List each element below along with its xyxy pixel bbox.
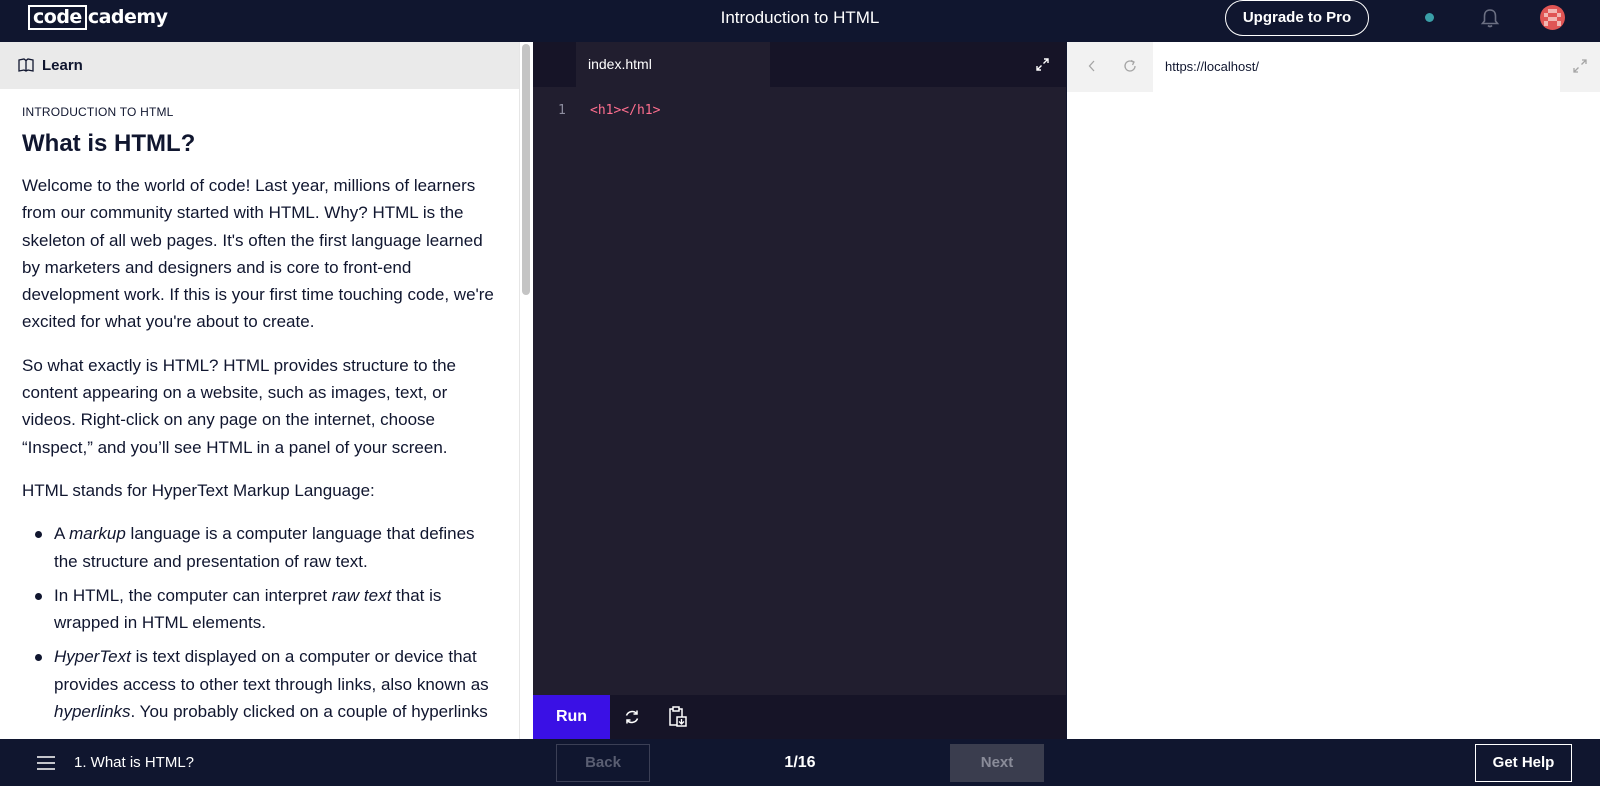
lesson-eyebrow: INTRODUCTION TO HTML (22, 105, 174, 119)
lesson-paragraph: HTML stands for HyperText Markup Languag… (22, 480, 375, 500)
current-lesson-label[interactable]: 1. What is HTML? (74, 739, 194, 786)
browser-back-icon[interactable] (1087, 59, 1097, 73)
browser-reload-icon[interactable] (1122, 58, 1138, 74)
list-item: In HTML, the computer can interpret raw … (22, 582, 502, 637)
list-item: HyperText is text displayed on a compute… (22, 643, 502, 725)
browser-preview: https://localhost/ (1067, 42, 1600, 739)
bullet-emphasis: markup (69, 524, 126, 544)
lesson-content: INTRODUCTION TO HTML What is HTML? Welco… (22, 104, 502, 732)
bullet-emphasis: raw text (331, 585, 392, 605)
browser-url[interactable]: https://localhost/ (1165, 42, 1259, 92)
run-button[interactable]: Run (533, 695, 610, 739)
lesson-heading: What is HTML? (22, 130, 196, 157)
learn-tab-label: Learn (42, 57, 83, 74)
book-icon (18, 58, 34, 72)
bullet-text: In HTML, the computer can interpret (54, 585, 332, 605)
browser-nav-controls (1067, 42, 1153, 92)
top-navbar: code cademy Introduction to HTML Upgrade … (0, 0, 1600, 42)
codecademy-logo[interactable]: code cademy (28, 4, 168, 30)
lesson-progress: 1/16 (784, 754, 816, 771)
back-button[interactable]: Back (556, 744, 650, 782)
bullet-emphasis: HyperText (54, 647, 131, 667)
next-button[interactable]: Next (950, 744, 1044, 782)
line-number: 1 (558, 103, 566, 118)
bullet-emphasis: hyperlinks (54, 702, 131, 722)
expand-icon[interactable] (1036, 58, 1049, 71)
upgrade-to-pro-button[interactable]: Upgrade to Pro (1225, 0, 1369, 36)
code-line[interactable]: <h1></h1> (590, 103, 660, 118)
learn-tab[interactable]: Learn (0, 42, 519, 89)
editor-footer: Run (533, 695, 1066, 739)
bullet-text: . You probably clicked on a couple of hy… (130, 702, 488, 722)
logo-boxed-text: code (28, 4, 87, 30)
copy-to-clipboard-icon[interactable] (668, 706, 688, 728)
menu-icon[interactable] (37, 756, 55, 770)
learn-panel: Learn INTRODUCTION TO HTML What is HTML?… (0, 42, 533, 739)
avatar-pattern-icon (1544, 9, 1561, 26)
list-item: A markup language is a computer language… (22, 520, 502, 575)
reset-code-icon[interactable] (623, 708, 641, 726)
lesson-paragraph: Welcome to the world of code! Last year,… (22, 176, 494, 332)
bottom-navbar: 1. What is HTML? Back 1/16 Next Get Help (0, 739, 1600, 786)
scrollbar-thumb[interactable] (522, 44, 530, 295)
definition-list: A markup language is a computer language… (22, 520, 502, 725)
expand-icon[interactable] (1573, 59, 1587, 73)
file-tab-index-html[interactable]: index.html (576, 42, 770, 87)
get-help-button[interactable]: Get Help (1475, 744, 1572, 782)
status-dot-icon (1425, 13, 1434, 22)
bullet-text: A (54, 524, 70, 544)
user-avatar[interactable] (1540, 5, 1565, 30)
lesson-paragraph: So what exactly is HTML? HTML provides s… (22, 355, 456, 457)
logo-text: cademy (87, 6, 168, 28)
course-title: Introduction to HTML (720, 8, 880, 27)
notification-bell-icon[interactable] (1479, 7, 1501, 29)
code-editor: index.html 1 <h1></h1> Run (533, 42, 1066, 739)
editor-tab-strip: index.html (533, 42, 1066, 87)
